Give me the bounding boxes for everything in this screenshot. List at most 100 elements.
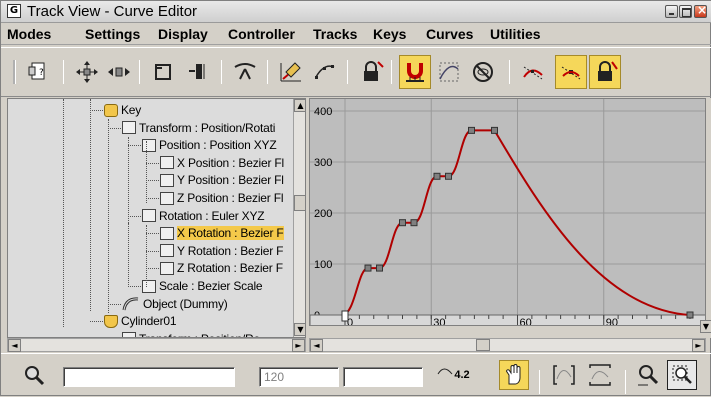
scroll-up-button[interactable]: ▲ [294, 99, 305, 112]
graph-vertical-scrollbar[interactable]: ▼ [700, 98, 711, 338]
title-bar[interactable]: G Track View - Curve Editor [1, 1, 711, 23]
curve-x-rotation [341, 129, 691, 316]
curve-key [686, 311, 694, 319]
graph-scroll-right-button[interactable]: ► [692, 339, 705, 352]
tree-item[interactable]: Transform : Position/Ro [122, 330, 260, 337]
svg-text:?: ? [39, 68, 44, 78]
time-field[interactable]: 120 [259, 367, 339, 387]
pan-icon[interactable] [499, 360, 529, 390]
scroll-thumb[interactable] [294, 195, 305, 211]
position-icon [142, 138, 156, 152]
tree-connector [63, 99, 64, 327]
maximize-button[interactable] [679, 5, 692, 18]
tree-item-label: Cylinder01 [121, 314, 177, 329]
tree-item[interactable]: Z Position : Bezier Fl [160, 189, 284, 207]
time-slider [341, 310, 349, 322]
tree-item-label: Z Rotation : Bezier F [177, 261, 283, 276]
scroll-down-button[interactable]: ▼ [294, 323, 305, 336]
menu-curves[interactable]: Curves [426, 26, 473, 42]
minimize-button[interactable] [665, 5, 678, 18]
tree-item-label: Scale : Bezier Scale [159, 279, 263, 293]
zoom-region-icon[interactable] [667, 360, 697, 390]
tree-item[interactable]: Cylinder01 [104, 312, 177, 330]
lock-tangents-icon[interactable] [589, 55, 621, 89]
show-tangents-icon[interactable] [555, 55, 587, 89]
add-keys-icon[interactable] [229, 55, 261, 89]
move-keys-icon[interactable] [71, 55, 103, 89]
y-tick-label: 200 [314, 208, 332, 220]
cylinder-icon [104, 314, 118, 328]
tree-item[interactable]: Object (Dummy) [122, 295, 228, 313]
tree-item[interactable]: Key [104, 101, 141, 119]
tree-connector [146, 233, 159, 235]
tree-item[interactable]: X Position : Bezier Fl [160, 154, 284, 172]
key-stats-field[interactable] [63, 367, 235, 387]
window-title: Track View - Curve Editor [27, 3, 198, 20]
tree-item[interactable]: Position : Position XYZ [142, 136, 277, 154]
curve-key [445, 172, 452, 180]
tree-item[interactable]: Y Rotation : Bezier F [160, 242, 283, 260]
menu-display[interactable]: Display [158, 26, 208, 42]
tree-item[interactable]: Rotation : Euler XYZ [142, 207, 265, 225]
x-tick-label: 90 [606, 317, 618, 326]
scroll-left-button[interactable]: ◄ [8, 339, 21, 352]
curve-icon [160, 191, 174, 205]
draw-curves-icon[interactable] [275, 55, 307, 89]
curve-graph[interactable]: 01002003004000306090 [309, 98, 706, 326]
zoom-horizontal-extents-icon[interactable] [549, 360, 579, 390]
scroll-right-button[interactable]: ► [292, 339, 305, 352]
tree-item[interactable]: Transform : Position/Rotati [122, 119, 275, 137]
rotation-icon [142, 209, 156, 223]
snap-frames-icon[interactable] [399, 55, 431, 89]
tree-item[interactable]: Y Position : Bezier Fl [160, 171, 284, 189]
close-button[interactable] [694, 3, 707, 18]
key-icon [104, 103, 118, 117]
menu-keys[interactable]: Keys [373, 26, 406, 42]
menu-modes[interactable]: Modes [7, 26, 51, 42]
tree-connector [90, 110, 103, 111]
menu-tracks[interactable]: Tracks [313, 26, 357, 42]
controller-tree[interactable]: Key Transform : Position/Rotati Position :… [7, 98, 306, 338]
slide-keys-icon[interactable] [103, 55, 135, 89]
zoom-icon[interactable] [633, 360, 663, 390]
parameter-curve-out-of-range-icon[interactable] [433, 55, 465, 89]
tree-item[interactable]: Scale : Bezier Scale [142, 277, 263, 295]
curve-key [491, 126, 498, 134]
tangents-icon[interactable] [517, 55, 549, 89]
tree-connector [146, 250, 159, 252]
menu-controller[interactable]: Controller [228, 26, 295, 42]
tree-vertical-scrollbar[interactable]: ▲ ▼ [293, 99, 305, 337]
tree-item[interactable]: X Rotation : Bezier F [160, 224, 284, 242]
tree-item-label: Key [121, 103, 142, 117]
reduce-keys-icon[interactable] [309, 55, 341, 89]
menu-settings[interactable]: Settings [85, 26, 140, 42]
isolate-curve-icon[interactable] [19, 360, 49, 390]
tree-item-label: Position : Position XYZ [159, 138, 277, 153]
x-tick-label: 30 [433, 317, 445, 326]
filters-icon[interactable]: ? [23, 55, 55, 89]
tree-connector [90, 321, 103, 323]
graph-horizontal-scrollbar[interactable]: ◄ ► [309, 338, 706, 352]
graph-scroll-down-button[interactable]: ▼ [700, 320, 711, 333]
graph-scroll-left-button[interactable]: ◄ [310, 339, 323, 352]
tree-connector [108, 303, 121, 305]
transform-icon [122, 121, 136, 135]
show-keyable-icon[interactable] [467, 55, 499, 89]
scale-keys-icon[interactable] [147, 55, 179, 89]
tree-item[interactable]: Z Rotation : Bezier F [160, 259, 283, 277]
tree-connector [90, 99, 91, 311]
curve-icon [160, 156, 174, 170]
menu-utilities[interactable]: Utilities [490, 26, 541, 42]
scale-values-icon[interactable] [181, 55, 213, 89]
value-field[interactable] [343, 367, 423, 387]
tree-horizontal-scrollbar[interactable]: ◄ ► [7, 338, 306, 352]
tree-connector [108, 127, 121, 129]
y-tick-label: 400 [314, 106, 332, 118]
x-tick-label: 60 [520, 317, 532, 326]
toolbar: ? [1, 47, 711, 97]
graph-scroll-thumb[interactable] [476, 339, 490, 351]
lock-selection-icon[interactable] [355, 55, 387, 89]
zoom-value-extents-icon[interactable] [585, 360, 615, 390]
y-tick-label: 100 [314, 259, 332, 271]
curve-key [433, 172, 441, 180]
